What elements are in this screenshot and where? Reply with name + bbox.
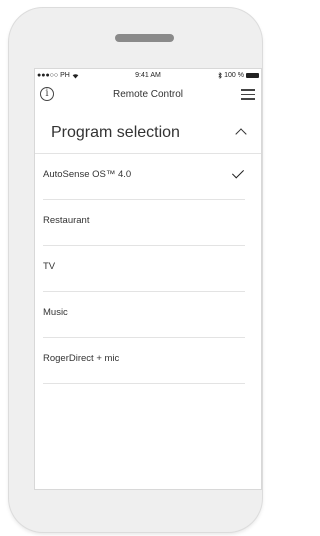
page-title: Remote Control <box>112 89 184 100</box>
status-right: 100 % <box>218 72 259 79</box>
menu-line <box>241 93 255 95</box>
program-selection-header[interactable]: Program selection <box>35 115 261 154</box>
bluetooth-icon <box>218 72 222 79</box>
phone-frame: ●●●○○ PH 9:41 AM 100 % i Remote Control <box>9 8 262 532</box>
menu-line <box>241 98 255 100</box>
program-item-autosense[interactable]: AutoSense OS™ 4.0 <box>43 154 245 200</box>
program-label: AutoSense OS™ 4.0 <box>43 169 132 180</box>
status-bar: ●●●○○ PH 9:41 AM 100 % <box>35 69 261 83</box>
battery-icon <box>246 73 259 78</box>
section-title: Program selection <box>51 124 180 141</box>
phone-speaker <box>115 34 174 42</box>
program-label: Restaurant <box>43 215 90 226</box>
hamburger-menu-icon[interactable] <box>241 89 255 100</box>
program-item-music[interactable]: Music <box>43 292 245 338</box>
menu-line <box>241 89 255 91</box>
program-label: RogerDirect + mic <box>43 353 120 364</box>
checkmark-icon <box>231 166 245 179</box>
battery-percentage: 100 % <box>224 72 244 79</box>
program-item-restaurant[interactable]: Restaurant <box>43 200 245 246</box>
program-label: Music <box>43 307 68 318</box>
program-label: TV <box>43 261 56 272</box>
chevron-up-icon[interactable] <box>235 128 247 140</box>
program-item-tv[interactable]: TV <box>43 246 245 292</box>
app-screen: ●●●○○ PH 9:41 AM 100 % i Remote Control <box>34 68 262 490</box>
nav-bar: i Remote Control <box>35 83 261 109</box>
program-item-rogerdirect[interactable]: RogerDirect + mic <box>43 338 245 384</box>
program-list: AutoSense OS™ 4.0 Restaurant TV Music Ro… <box>35 154 261 384</box>
